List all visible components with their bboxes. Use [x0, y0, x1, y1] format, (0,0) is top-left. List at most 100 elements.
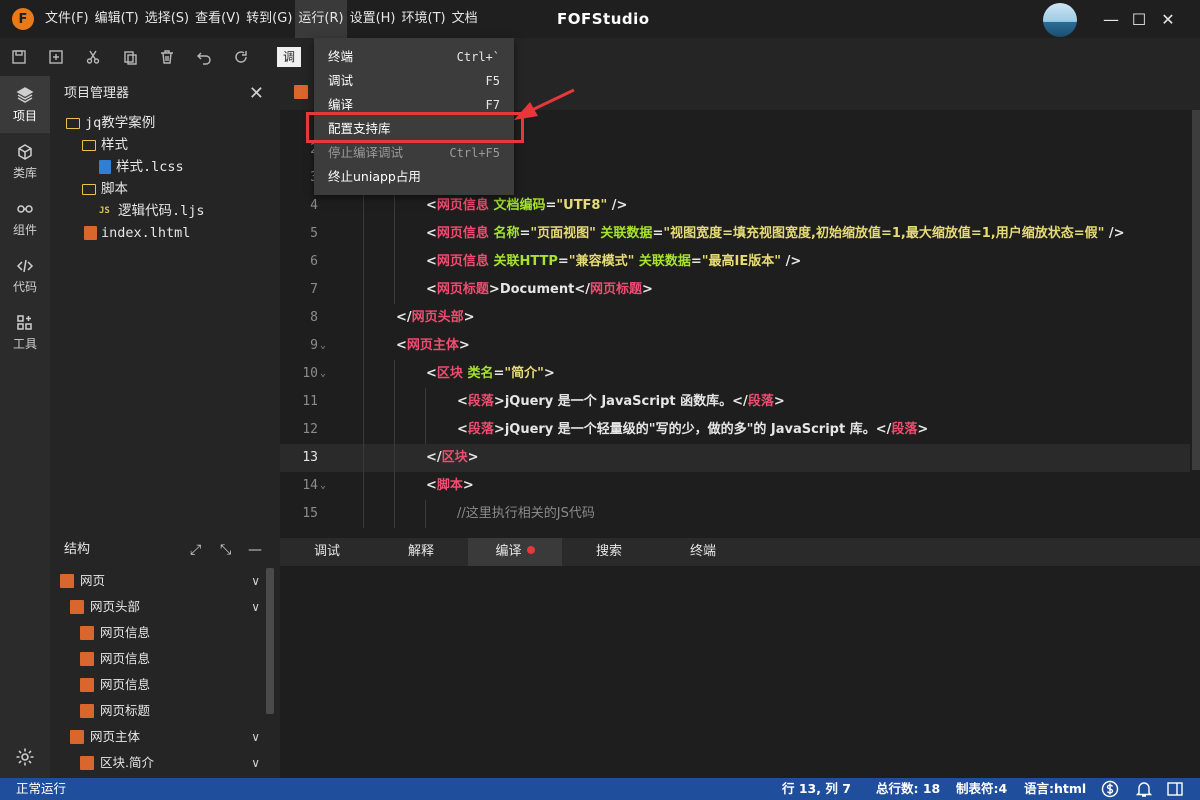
structure-item[interactable]: 网页信息	[50, 672, 280, 698]
menu-item-terminate-uniapp[interactable]: 终止uniapp占用	[314, 165, 514, 189]
code-line[interactable]: 11 <段落>jQuery 是一个 JavaScript 函数库。</段落>	[280, 388, 1190, 416]
fold-chevron-icon[interactable]: ⌄	[320, 360, 326, 388]
menu-4[interactable]: 转到(G)	[243, 0, 295, 38]
html-file-icon[interactable]	[294, 85, 308, 99]
menu-2[interactable]: 选择(S)	[142, 0, 192, 38]
tree-item-file[interactable]: index.lhtml	[50, 222, 280, 244]
tree-item-label: 样式	[101, 137, 128, 153]
html-tag-icon	[80, 704, 94, 718]
save-icon	[11, 50, 26, 64]
menu-6[interactable]: 设置(H)	[347, 0, 399, 38]
paste-button[interactable]	[111, 38, 148, 76]
tree-item-folder[interactable]: 样式	[50, 134, 280, 156]
structure-item[interactable]: 网页标题	[50, 698, 280, 724]
tab-terminal[interactable]: 终端	[656, 538, 750, 566]
tab-debug[interactable]: 调试	[280, 538, 374, 566]
undo-button[interactable]	[185, 38, 222, 76]
activity-item-code[interactable]: 代码	[0, 247, 50, 304]
new-file-button[interactable]	[37, 38, 74, 76]
cut-button[interactable]	[74, 38, 111, 76]
menu-3[interactable]: 查看(V)	[192, 0, 243, 38]
editor-scrollbar[interactable]	[1192, 110, 1200, 470]
dollar-icon[interactable]	[1101, 780, 1119, 798]
activity-item-project[interactable]: 项目	[0, 76, 50, 133]
menu-item-debug[interactable]: 调试 F5	[314, 69, 514, 93]
settings-button[interactable]	[0, 742, 50, 772]
activity-item-label: 工具	[12, 336, 37, 351]
structure-item-label: 网页主体	[90, 729, 141, 744]
html-tag-icon	[70, 600, 84, 614]
code-line[interactable]: 4 <网页信息 文档编码="UTF8" />	[280, 192, 1190, 220]
delete-button[interactable]	[148, 38, 185, 76]
indent-guide	[363, 500, 364, 528]
menu-8[interactable]: 文档	[449, 0, 481, 38]
cursor-position[interactable]: 行 13, 列 7	[782, 778, 851, 800]
debug-chip[interactable]: 调	[277, 47, 302, 67]
tab-search[interactable]: 搜索	[562, 538, 656, 566]
avatar[interactable]	[1043, 3, 1077, 37]
fold-chevron-icon[interactable]: ⌄	[320, 332, 326, 360]
tab-compile[interactable]: 编译	[468, 538, 562, 566]
redo-button[interactable]	[222, 38, 259, 76]
fold-chevron-icon[interactable]: ⌄	[320, 472, 326, 500]
code-icon	[16, 259, 34, 272]
code-text: //这里执行相关的JS代码	[457, 500, 595, 528]
menu-item-label: 调试	[328, 73, 354, 88]
structure-item[interactable]: 网页信息	[50, 646, 280, 672]
chevron-down-icon[interactable]: ∨	[251, 724, 260, 750]
code-line[interactable]: 10 ⌄ <区块 类名="简介">	[280, 360, 1190, 388]
code-line[interactable]: 5 <网页信息 名称="页面视图" 关联数据="视图宽度=填充视图宽度,初始缩放值…	[280, 220, 1190, 248]
menu-item-terminal[interactable]: 终端 Ctrl+`	[314, 45, 514, 69]
code-line[interactable]: 6 <网页信息 关联HTTP="兼容模式" 关联数据="最高IE版本" />	[280, 248, 1190, 276]
bell-icon[interactable]	[1135, 780, 1153, 798]
code-line[interactable]: 8 </网页头部>	[280, 304, 1190, 332]
structure-item[interactable]: 网页主体 ∨	[50, 724, 280, 750]
sidebar-toggle-icon[interactable]	[1166, 780, 1184, 798]
status-bar: 正常运行 行 13, 列 7 总行数: 18 制表符:4 语言:html	[0, 778, 1200, 800]
language-mode[interactable]: 语言:html	[1024, 778, 1086, 800]
structure-item[interactable]: 网页信息	[50, 620, 280, 646]
code-line[interactable]: 15 //这里执行相关的JS代码	[280, 500, 1190, 528]
menu-0[interactable]: 文件(F)	[42, 0, 92, 38]
collapse-icon[interactable]: ⤡	[220, 532, 231, 568]
tab-size[interactable]: 制表符:4	[956, 778, 1007, 800]
code-token: =	[545, 198, 557, 213]
code-line[interactable]: 13 </区块>	[280, 444, 1190, 472]
code-token: =	[690, 254, 702, 269]
code-line[interactable]: 12 <段落>jQuery 是一个轻量级的"写的少，做的多"的 JavaScrip…	[280, 416, 1190, 444]
indent-guide	[394, 500, 395, 528]
code-token: </	[396, 310, 412, 325]
activity-item-tools[interactable]: 工具	[0, 304, 50, 361]
menu-1[interactable]: 编辑(T)	[92, 0, 142, 38]
code-line[interactable]: 9 ⌄ <网页主体>	[280, 332, 1190, 360]
tree-item-folder[interactable]: jq教学案例	[50, 112, 280, 134]
structure-scrollbar[interactable]	[266, 568, 274, 714]
structure-item[interactable]: 网页 ∨	[50, 568, 280, 594]
close-button[interactable]: ✕	[1145, 0, 1191, 38]
title-bar: F 文件(F) 编辑(T) 选择(S) 查看(V) 转到(G) 运行(R) 设置(H) 环境(…	[0, 0, 1200, 38]
save-button[interactable]	[0, 38, 37, 76]
tree-item-file[interactable]: 样式.lcss	[50, 156, 280, 178]
chevron-down-icon[interactable]: ∨	[251, 568, 260, 594]
activity-item-components[interactable]: 组件	[0, 190, 50, 247]
menu-7[interactable]: 环境(T)	[399, 0, 449, 38]
code-token: 区块	[436, 366, 463, 381]
menu-5[interactable]: 运行(R)	[295, 0, 347, 38]
minimize-panel-icon[interactable]: —	[248, 532, 262, 568]
tree-item-label: jq教学案例	[85, 115, 156, 131]
html-tag-icon	[80, 756, 94, 770]
html-tag-icon	[80, 652, 94, 666]
tab-interpret[interactable]: 解释	[374, 538, 468, 566]
code-text: <脚本>	[426, 472, 474, 500]
code-line[interactable]: 7 <网页标题>Document</网页标题>	[280, 276, 1190, 304]
chevron-down-icon[interactable]: ∨	[251, 750, 260, 776]
close-icon[interactable]: ✕	[249, 76, 264, 112]
code-line[interactable]: 14 ⌄ <脚本>	[280, 472, 1190, 500]
tree-item-folder[interactable]: 脚本	[50, 178, 280, 200]
structure-item[interactable]: 网页头部 ∨	[50, 594, 280, 620]
structure-item[interactable]: 区块.简介 ∨	[50, 750, 280, 776]
chevron-down-icon[interactable]: ∨	[251, 594, 260, 620]
expand-icon[interactable]: ⤢	[190, 532, 201, 568]
tree-item-file[interactable]: JS 逻辑代码.ljs	[50, 200, 280, 222]
activity-item-library[interactable]: 类库	[0, 133, 50, 190]
